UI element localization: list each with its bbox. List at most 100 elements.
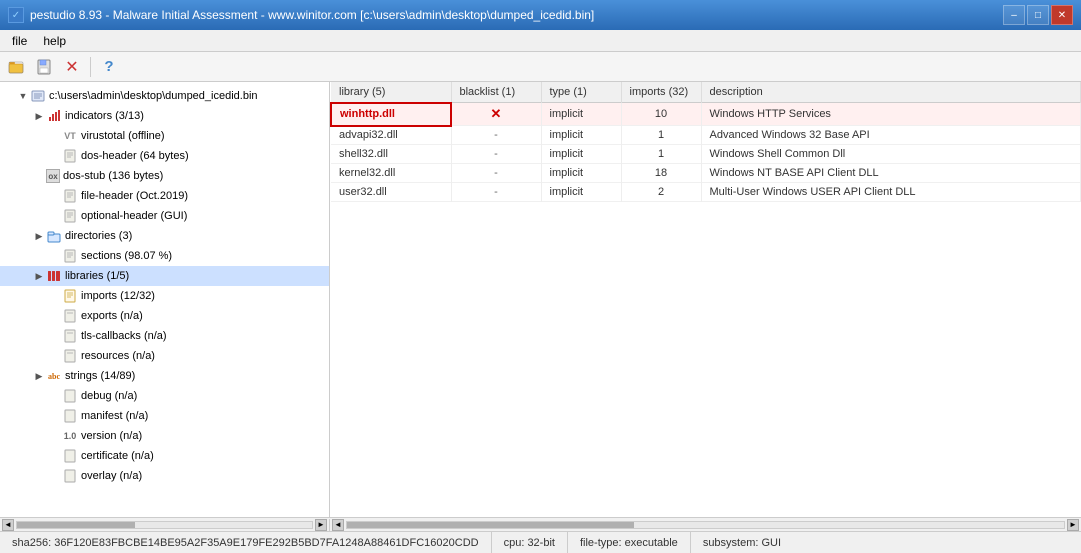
table-body: winhttp.dll✕implicit10Windows HTTP Servi… (331, 103, 1081, 202)
indicators-label: indicators (3/13) (65, 110, 144, 122)
right-scroll-track[interactable] (346, 521, 1065, 529)
help-button[interactable]: ? (97, 55, 121, 79)
tree-item-resources[interactable]: resources (n/a) (0, 346, 329, 366)
minimize-button[interactable]: – (1003, 5, 1025, 25)
cell-blacklist: - (451, 126, 541, 145)
strings-icon: abc (46, 368, 62, 384)
save-button[interactable] (32, 55, 56, 79)
table-row[interactable]: winhttp.dll✕implicit10Windows HTTP Servi… (331, 103, 1081, 126)
tree-item-strings[interactable]: ▶ abc strings (14/89) (0, 366, 329, 386)
left-scroll-left-arrow[interactable]: ◄ (2, 519, 14, 531)
tree-item-overlay[interactable]: overlay (n/a) (0, 466, 329, 486)
left-scroll-track[interactable] (16, 521, 313, 529)
tree-item-dos-stub[interactable]: ox dos-stub (136 bytes) (0, 166, 329, 186)
status-bar: sha256: 36F120E83FBCBE14BE95A2F35A9E179F… (0, 531, 1081, 553)
cell-type: implicit (541, 183, 621, 202)
cell-description: Advanced Windows 32 Base API (701, 126, 1081, 145)
left-scroll-right-arrow[interactable]: ► (315, 519, 327, 531)
cell-imports: 1 (621, 145, 701, 164)
status-filetype: file-type: executable (568, 532, 691, 553)
optional-header-label: optional-header (GUI) (81, 210, 187, 222)
maximize-button[interactable]: □ (1027, 5, 1049, 25)
tree-item-virustotal[interactable]: VT virustotal (offline) (0, 126, 329, 146)
close-button[interactable]: ✕ (1051, 5, 1073, 25)
cell-type: implicit (541, 103, 621, 126)
left-panel: ▼ c:\users\admin\desktop\dumped_icedid.b… (0, 82, 330, 517)
root-expander[interactable]: ▼ (16, 89, 30, 103)
tree-item-version[interactable]: 1.0 version (n/a) (0, 426, 329, 446)
version-icon: 1.0 (62, 428, 78, 444)
tree-item-sections[interactable]: sections (98.07 %) (0, 246, 329, 266)
app-icon: ✓ (8, 7, 24, 23)
cell-imports: 18 (621, 164, 701, 183)
tree-item-manifest[interactable]: manifest (n/a) (0, 406, 329, 426)
col-blacklist[interactable]: blacklist (1) (451, 82, 541, 103)
cell-library: winhttp.dll (331, 103, 451, 126)
menu-bar: file help (0, 30, 1081, 52)
right-panel: library (5) blacklist (1) type (1) impor… (330, 82, 1081, 517)
cell-imports: 1 (621, 126, 701, 145)
libraries-table: library (5) blacklist (1) type (1) impor… (330, 82, 1081, 202)
vt-expander (48, 129, 62, 143)
tree-item-file-header[interactable]: file-header (Oct.2019) (0, 186, 329, 206)
cell-blacklist: ✕ (451, 103, 541, 126)
delete-button[interactable]: ✕ (60, 55, 84, 79)
toolbar: ✕ ? (0, 52, 1081, 82)
strings-expander[interactable]: ▶ (32, 369, 46, 383)
right-scroll-right-arrow[interactable]: ► (1067, 519, 1079, 531)
tree-item-indicators[interactable]: ▶ indicators (3/13) (0, 106, 329, 126)
file-header-label: file-header (Oct.2019) (81, 190, 188, 202)
root-icon (30, 88, 46, 104)
tree-item-optional-header[interactable]: optional-header (GUI) (0, 206, 329, 226)
tree-root[interactable]: ▼ c:\users\admin\desktop\dumped_icedid.b… (0, 86, 329, 106)
cell-library: user32.dll (331, 183, 451, 202)
dos-header-icon (62, 148, 78, 164)
tree-item-exports[interactable]: exports (n/a) (0, 306, 329, 326)
main-content: ▼ c:\users\admin\desktop\dumped_icedid.b… (0, 82, 1081, 517)
tree-item-directories[interactable]: ▶ directories (3) (0, 226, 329, 246)
col-type[interactable]: type (1) (541, 82, 621, 103)
dos-header-expander (48, 149, 62, 163)
indicators-expander[interactable]: ▶ (32, 109, 46, 123)
tree-item-dos-header[interactable]: dos-header (64 bytes) (0, 146, 329, 166)
exports-label: exports (n/a) (81, 310, 143, 322)
indicators-icon (46, 108, 62, 124)
table-row[interactable]: advapi32.dll-implicit1Advanced Windows 3… (331, 126, 1081, 145)
dos-header-label: dos-header (64 bytes) (81, 150, 189, 162)
certificate-label: certificate (n/a) (81, 450, 154, 462)
table-row[interactable]: shell32.dll-implicit1Windows Shell Commo… (331, 145, 1081, 164)
left-hscroll: ◄ ► (0, 519, 330, 531)
col-library[interactable]: library (5) (331, 82, 451, 103)
menu-file[interactable]: file (4, 32, 35, 50)
tree-item-imports[interactable]: imports (12/32) (0, 286, 329, 306)
libraries-icon (46, 268, 62, 284)
table-row[interactable]: kernel32.dll-implicit18Windows NT BASE A… (331, 164, 1081, 183)
dos-stub-icon: ox (46, 169, 60, 183)
cell-library: advapi32.dll (331, 126, 451, 145)
table-row[interactable]: user32.dll-implicit2Multi-User Windows U… (331, 183, 1081, 202)
directories-label: directories (3) (65, 230, 132, 242)
tree-item-debug[interactable]: debug (n/a) (0, 386, 329, 406)
col-description[interactable]: description (701, 82, 1081, 103)
col-imports[interactable]: imports (32) (621, 82, 701, 103)
tree-item-tls-callbacks[interactable]: tls-callbacks (n/a) (0, 326, 329, 346)
tree-item-libraries[interactable]: ▶ libraries (1/5) (0, 266, 329, 286)
open-button[interactable] (4, 55, 28, 79)
right-scroll-left-arrow[interactable]: ◄ (332, 519, 344, 531)
resources-label: resources (n/a) (81, 350, 155, 362)
directories-expander[interactable]: ▶ (32, 229, 46, 243)
libraries-expander[interactable]: ▶ (32, 269, 46, 283)
status-cpu: cpu: 32-bit (492, 532, 568, 553)
tree-item-certificate[interactable]: certificate (n/a) (0, 446, 329, 466)
cell-imports: 2 (621, 183, 701, 202)
manifest-icon (62, 408, 78, 424)
status-sha256: sha256: 36F120E83FBCBE14BE95A2F35A9E179F… (8, 532, 492, 553)
debug-label: debug (n/a) (81, 390, 137, 402)
menu-help[interactable]: help (35, 32, 74, 50)
directories-icon (46, 228, 62, 244)
resources-icon (62, 348, 78, 364)
debug-icon (62, 388, 78, 404)
virustotal-label: virustotal (offline) (81, 130, 165, 142)
status-subsystem: subsystem: GUI (691, 532, 793, 553)
cell-type: implicit (541, 164, 621, 183)
